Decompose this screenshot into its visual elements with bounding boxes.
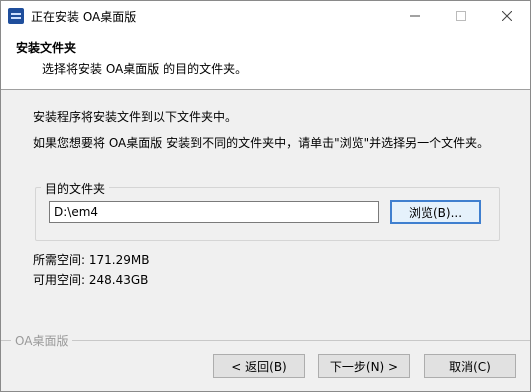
installer-window: 正在安装 OA桌面版 安装文件夹 选择将安装 OA桌面版 的目的文件夹。 安装程… bbox=[0, 0, 531, 392]
space-available: 可用空间: 248.43GB bbox=[33, 273, 149, 287]
close-icon bbox=[502, 11, 512, 21]
title-bar[interactable]: 正在安装 OA桌面版 bbox=[1, 1, 530, 31]
page-subtitle: 选择将安装 OA桌面版 的目的文件夹。 bbox=[42, 62, 248, 76]
branding-divider bbox=[1, 340, 530, 341]
page-title: 安装文件夹 bbox=[16, 41, 77, 55]
branding-text: OA桌面版 bbox=[11, 332, 73, 349]
back-button[interactable]: < 返回(B) bbox=[213, 354, 305, 378]
cancel-button[interactable]: 取消(C) bbox=[424, 354, 516, 378]
next-button[interactable]: 下一步(N) > bbox=[318, 354, 410, 378]
maximize-button[interactable] bbox=[438, 1, 484, 31]
page-header: 安装文件夹 选择将安装 OA桌面版 的目的文件夹。 bbox=[1, 31, 530, 90]
browse-button[interactable]: 浏览(B)... bbox=[390, 200, 481, 224]
close-button[interactable] bbox=[484, 1, 530, 31]
window-controls bbox=[392, 1, 530, 31]
intro-text-1: 安装程序将安装文件到以下文件夹中。 bbox=[33, 110, 238, 124]
maximize-icon bbox=[456, 11, 466, 21]
intro-text-2: 如果您想要将 OA桌面版 安装到不同的文件夹中，请单击"浏览"并选择另一个文件夹… bbox=[33, 136, 490, 150]
destination-path-input[interactable]: D:\em4 bbox=[49, 201, 379, 223]
space-required: 所需空间: 171.29MB bbox=[33, 253, 150, 267]
minimize-icon bbox=[410, 15, 420, 17]
minimize-button[interactable] bbox=[392, 1, 438, 31]
destination-folder-label: 目的文件夹 bbox=[41, 180, 110, 197]
window-title: 正在安装 OA桌面版 bbox=[31, 9, 137, 24]
installer-app-icon bbox=[8, 8, 24, 24]
